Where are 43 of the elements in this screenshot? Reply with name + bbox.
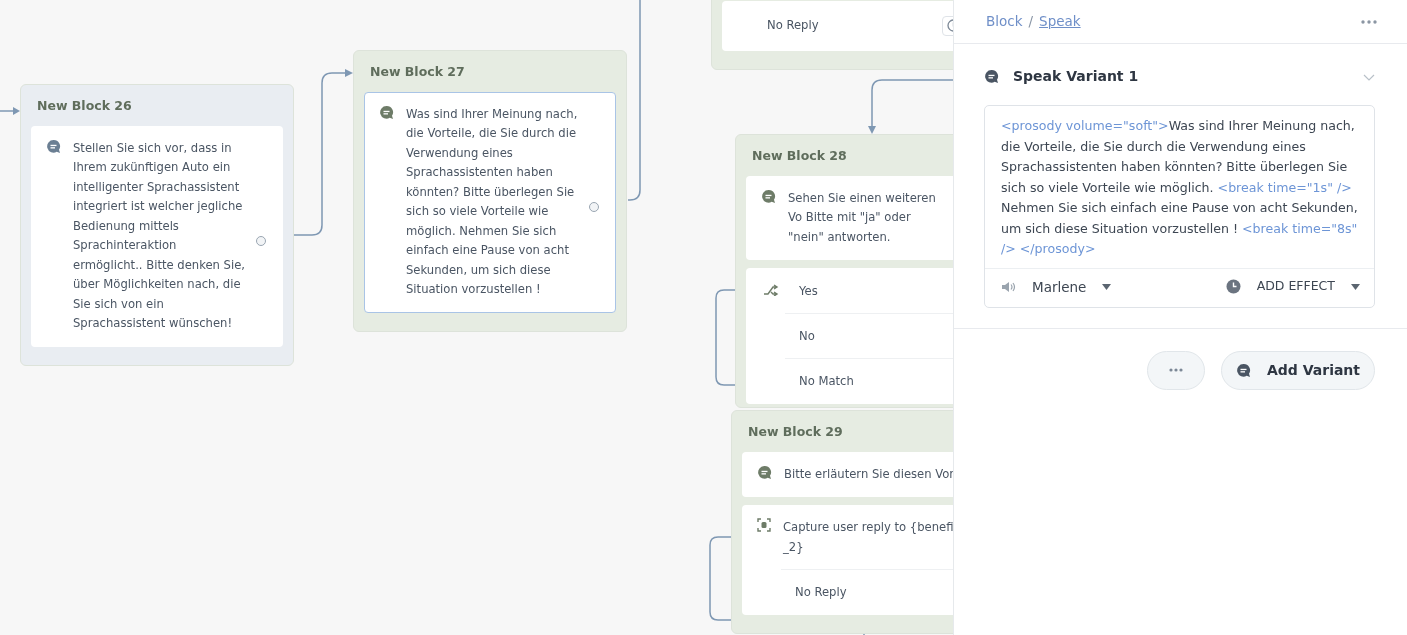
more-icon: [1361, 20, 1377, 24]
block-title: New Block 28: [751, 147, 848, 165]
block-card[interactable]: [20, 84, 294, 366]
speech-bubble-icon: [761, 188, 776, 204]
speech-bubble-icon: [379, 104, 394, 120]
speech-bubble-icon: [757, 464, 772, 480]
port-handle[interactable]: [256, 236, 266, 247]
speaker-icon: [1001, 280, 1016, 293]
speech-bubble-icon: [1235, 362, 1251, 378]
connector-arrow: [0, 107, 20, 115]
step-card[interactable]: [31, 125, 283, 347]
speech-text-field[interactable]: <prosody volume="soft">Was sind Ihrer Meinung nach, die Vorteile, die Sie durch die Verwendung eines Sprachassistenten haben könnten? Bitte überlegen Sie sich so viele Vorteile wie möglich. <break time="1s" /> Nehmen Sie sich einfach eine Pause von acht Sekunden, um sich diese Situation vorzustellen ! <break time="8s" /> </prosody>: [985, 106, 1374, 268]
block-title: New Block 29: [747, 423, 844, 441]
step-card[interactable]: No Reply: [722, 1, 953, 51]
step-card[interactable]: Yes No No Match: [746, 268, 953, 405]
step-text: Sehen Sie einen weiteren Vo Bitte mit "ja" oder "nein" antworten.: [788, 189, 937, 246]
choice-option[interactable]: Yes: [747, 269, 953, 314]
step-text: No Reply: [767, 17, 819, 34]
step-text: Stellen Sie sich vor, dass in Ihrem zukünftigen Auto ein intelligenter Sprachassistent integriert ist welcher jegliche Bedienung mittels Sprachinteraktion ermöglicht.. Bitte denken Sie, über Möglichkeiten nach, die Sie sich von ein Sprachassistent wünschen!: [73, 139, 245, 333]
capture-icon: [757, 518, 771, 533]
more-icon: [1169, 368, 1183, 373]
caret-icon: [1102, 283, 1112, 290]
step-text: Was sind Ihrer Meinung nach, die Vorteile, die Sie durch die Verwendung eines Sprachassistenten haben könnten? Bitte überlegen Sie sich so viele Vorteile wie möglich. Nehmen Sie sich einfach eine Pause von acht Sekunden, um sich diese Situation vorzustellen !: [406, 105, 578, 299]
block-card[interactable]: No Reply: [711, 0, 953, 70]
step-card[interactable]: [364, 91, 616, 313]
clock-icon: [1225, 279, 1241, 295]
voice-dropdown[interactable]: Marlene: [1001, 276, 1112, 297]
block-card[interactable]: [353, 50, 627, 332]
add-effect-dropdown[interactable]: ADD EFFECT: [1225, 277, 1360, 296]
port-handle[interactable]: [589, 202, 599, 213]
block-title: New Block 27: [369, 63, 466, 81]
block-card[interactable]: New Block 28 Sehen Sie einen weiteren Vo Bitte mit "ja" oder "nein" antworten. Yes No No Match: [735, 134, 953, 408]
step-card[interactable]: Capture user reply to {benefi _2} No Reply: [742, 505, 953, 616]
speech-bubble-icon: [984, 69, 999, 84]
shuffle-icon: [763, 284, 779, 297]
caret-icon: [1351, 283, 1360, 290]
variant-title: Speak Variant 1: [1013, 67, 1139, 86]
speech-bubble-icon: [46, 138, 61, 154]
breadcrumb-separator: /: [1028, 13, 1034, 30]
step-text: Capture user reply to {benefi _2}: [783, 519, 953, 556]
step-card[interactable]: Sehen Sie einen weiteren Vo Bitte mit "ja" oder "nein" antworten.: [746, 175, 953, 261]
block-title: New Block 26: [36, 97, 133, 115]
add-variant-button[interactable]: Add Variant: [1221, 350, 1375, 390]
